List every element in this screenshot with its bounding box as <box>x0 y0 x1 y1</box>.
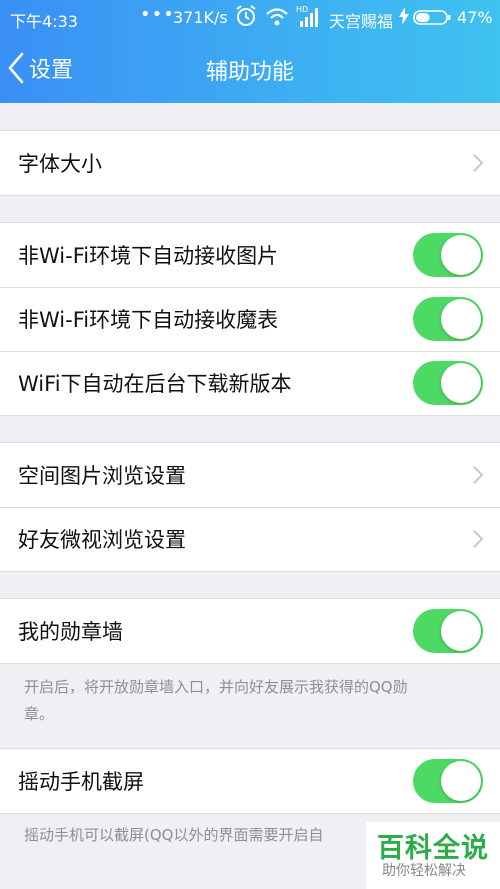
setting-auto-receive-images: 非Wi-Fi环境下自动接收图片 <box>0 223 500 287</box>
page-title: 辅助功能 <box>205 60 294 85</box>
status-time: 下午4:33 <box>10 12 78 31</box>
svg-text:HD: HD <box>296 5 308 14</box>
auto-download-update-toggle[interactable] <box>413 361 483 405</box>
setting-label: 我的勋章墙 <box>18 620 123 644</box>
chevron-right-icon <box>473 154 484 172</box>
auto-receive-magic-toggle[interactable] <box>413 297 483 341</box>
setting-label: 空间图片浏览设置 <box>18 464 186 488</box>
status-bar: 下午4:33 ••• 371K/s HD 天宫赐福 47% <box>0 0 500 34</box>
setting-space-photo-browse[interactable]: 空间图片浏览设置 <box>0 443 500 507</box>
settings-group-font: 字体大小 <box>0 130 500 196</box>
toggle-knob <box>441 611 481 651</box>
note-line: 开启后，将开放勋章墙入口，并向好友展示我获得的QQ勋 <box>24 678 408 696</box>
settings-group-browse: 空间图片浏览设置 好友微视浏览设置 <box>0 442 500 572</box>
watermark-logo: 百科全说 助你轻松解决 <box>366 822 500 889</box>
network-speed: 371K/s <box>173 8 228 27</box>
medal-wall-note: 开启后，将开放勋章墙入口，并向好友展示我获得的QQ勋 章。 <box>24 674 494 728</box>
chevron-right-icon <box>473 530 484 548</box>
charging-bolt-icon <box>399 7 409 25</box>
settings-group-download: 非Wi-Fi环境下自动接收图片 非Wi-Fi环境下自动接收魔表 WiFi下自动在… <box>0 222 500 416</box>
setting-label: 非Wi-Fi环境下自动接收魔表 <box>18 308 279 332</box>
toggle-knob <box>441 235 481 275</box>
shake-screenshot-toggle[interactable] <box>413 759 483 803</box>
battery-percent: 47% <box>457 8 493 27</box>
toggle-knob <box>441 761 481 801</box>
wifi-icon <box>266 8 288 26</box>
settings-group-screenshot: 摇动手机截屏 <box>0 748 500 814</box>
setting-medal-wall: 我的勋章墙 <box>0 599 500 663</box>
setting-label: 非Wi-Fi环境下自动接收图片 <box>18 244 279 268</box>
note-line: 章。 <box>24 705 55 723</box>
setting-label: 摇动手机截屏 <box>18 770 144 794</box>
battery-icon <box>413 10 451 25</box>
toggle-knob <box>441 363 481 403</box>
setting-label: 字体大小 <box>18 152 102 176</box>
watermark-subtitle: 助你轻松解决 <box>382 863 466 879</box>
carrier-name: 天宫赐福 <box>329 12 394 31</box>
auto-receive-images-toggle[interactable] <box>413 233 483 277</box>
settings-group-medal: 我的勋章墙 <box>0 598 500 664</box>
setting-label: WiFi下自动在后台下载新版本 <box>18 372 292 396</box>
toggle-knob <box>441 299 481 339</box>
alarm-icon <box>236 5 256 26</box>
more-dots-icon: ••• <box>140 4 175 25</box>
setting-auto-download-update: WiFi下自动在后台下载新版本 <box>0 351 500 415</box>
setting-friend-weishi-browse[interactable]: 好友微视浏览设置 <box>0 507 500 571</box>
header: 下午4:33 ••• 371K/s HD 天宫赐福 47% 设置 辅助功能 <box>0 0 500 103</box>
setting-shake-screenshot: 摇动手机截屏 <box>0 749 500 813</box>
medal-wall-toggle[interactable] <box>413 609 483 653</box>
hd-signal-icon: HD <box>296 5 318 27</box>
setting-font-size[interactable]: 字体大小 <box>0 131 500 195</box>
setting-label: 好友微视浏览设置 <box>18 528 186 552</box>
setting-auto-receive-magic: 非Wi-Fi环境下自动接收魔表 <box>0 287 500 351</box>
chevron-right-icon <box>473 466 484 484</box>
